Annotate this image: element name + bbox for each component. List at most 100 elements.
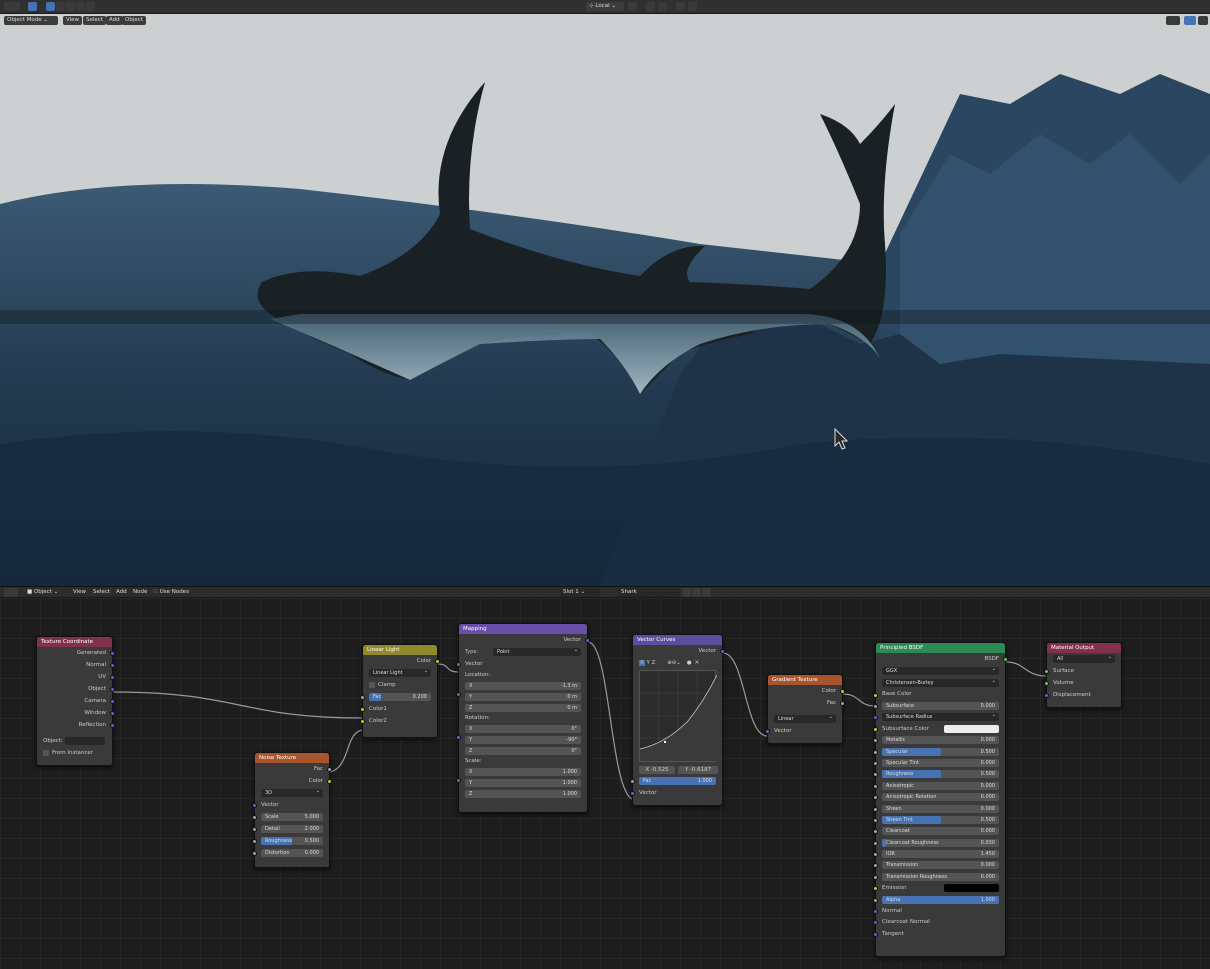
menu-view[interactable]: View	[70, 588, 90, 597]
socket[interactable]	[765, 729, 770, 734]
node-vector-curves[interactable]: Vector Curves Vector X Y Z ⊕⊖⌄ ● ✕ X -0.5…	[630, 634, 725, 806]
output-fac[interactable]: Fac	[768, 697, 845, 709]
loc-x-field[interactable]: X -1.3 m	[465, 682, 581, 690]
socket[interactable]	[252, 803, 257, 808]
socket[interactable]	[360, 719, 365, 724]
location-z[interactable]: Z 0 m	[459, 702, 587, 713]
value-field[interactable]: Clearcoat 0.000	[882, 827, 999, 836]
clip-icon[interactable]: ●	[687, 660, 692, 666]
rotation-x[interactable]: X 0°	[456, 723, 587, 740]
mode-dropdown[interactable]: Object Mode ⌄	[4, 16, 58, 25]
editor-type-icon[interactable]	[4, 588, 18, 597]
input-sheen-tint[interactable]: Sheen Tint 0.500	[873, 814, 1005, 825]
input-subsurface[interactable]: Subsurface 0.000	[873, 700, 1005, 711]
output-object[interactable]: Object	[37, 683, 115, 695]
input-transmission-roughness[interactable]: Transmission Roughness 0.000	[873, 871, 1005, 882]
falloff-icon[interactable]	[688, 2, 697, 11]
socket[interactable]	[873, 795, 878, 801]
output-reflection[interactable]: Reflection	[37, 719, 115, 731]
socket[interactable]	[252, 851, 257, 856]
axis-y-tab[interactable]: Y	[647, 660, 650, 666]
pin-icon[interactable]	[714, 588, 723, 597]
input-roughness[interactable]: Roughness 0.500	[252, 835, 329, 847]
fac-field[interactable]: Fac 0.200	[369, 693, 431, 701]
output-color[interactable]: Color	[768, 685, 845, 697]
node-linear-light[interactable]: Linear Light Color Linear Light Clamp Fa…	[360, 644, 440, 738]
input-color1[interactable]: Color1	[360, 703, 437, 715]
socket[interactable]	[873, 726, 878, 732]
rot-z-field[interactable]: Z 0°	[465, 747, 581, 755]
input-detail[interactable]: Detail 2.000	[252, 823, 329, 835]
socket[interactable]	[110, 687, 115, 692]
input-volume[interactable]: Volume	[1044, 677, 1121, 689]
snap-target-icon[interactable]	[658, 2, 667, 11]
scale-z-field[interactable]: Z 1.000	[465, 790, 581, 798]
input-fac[interactable]: Fac 0.200	[360, 691, 437, 703]
output-generated[interactable]: Generated	[37, 647, 115, 659]
select-box-icon[interactable]	[46, 2, 55, 11]
overlay-icon[interactable]	[1198, 16, 1208, 25]
input-ior[interactable]: IOR 1.450	[873, 848, 1005, 859]
socket[interactable]	[873, 829, 878, 835]
target-dropdown[interactable]: All	[1053, 653, 1115, 663]
value-field[interactable]: Alpha 1.000	[882, 895, 999, 904]
value-field[interactable]: Transmission 0.000	[882, 861, 999, 870]
scale-y[interactable]: Y 1.000	[459, 777, 587, 788]
scale-y-field[interactable]: Y 1.000	[465, 779, 581, 787]
socket[interactable]	[873, 783, 878, 789]
socket[interactable]	[630, 779, 635, 784]
input-vector[interactable]: Vector	[252, 799, 329, 811]
value-field[interactable]: Metallic 0.000	[882, 736, 999, 745]
visibility-icon[interactable]	[1166, 16, 1180, 25]
socket[interactable]	[360, 695, 365, 700]
socket[interactable]	[873, 840, 878, 846]
input-sheen[interactable]: Sheen 0.000	[873, 803, 1005, 814]
socket[interactable]	[110, 711, 115, 716]
scale-x[interactable]: X 1.000	[456, 766, 587, 783]
output-color[interactable]: Color	[255, 775, 332, 787]
fac-field[interactable]: Fac 1.000	[639, 777, 716, 785]
output-window[interactable]: Window	[37, 707, 115, 719]
socket[interactable]	[873, 920, 878, 926]
menu-select[interactable]: Select	[83, 16, 106, 25]
menu-add[interactable]: Add	[113, 588, 130, 597]
input-alpha[interactable]: Alpha 1.000	[873, 894, 1005, 905]
socket[interactable]	[110, 675, 115, 680]
input-subsurface-radius[interactable]: Subsurface Radius	[873, 711, 1005, 722]
select-subtract-icon[interactable]	[66, 2, 75, 11]
socket[interactable]	[110, 699, 115, 704]
value-field[interactable]: Transmission Roughness 0.000	[882, 872, 999, 881]
input-tangent[interactable]: Tangent	[873, 928, 1005, 939]
input-specular[interactable]: Specular 0.500	[873, 746, 1005, 757]
use-nodes-checkbox[interactable]: ☑ Use Nodes	[150, 588, 192, 597]
socket[interactable]	[110, 651, 115, 656]
input-vector[interactable]: Vector	[765, 725, 842, 737]
value-field[interactable]: Sheen 0.000	[882, 804, 999, 813]
socket[interactable]	[252, 839, 257, 844]
rotation-z[interactable]: Z 0°	[459, 745, 587, 756]
socket[interactable]	[720, 649, 725, 654]
socket[interactable]	[1044, 693, 1049, 698]
value-field[interactable]: IOR 1.450	[882, 850, 999, 859]
settings-dropdown-icon[interactable]: ⌄	[676, 660, 681, 666]
point-y-field[interactable]: Y -0.6187	[678, 766, 718, 774]
menu-add[interactable]: Add	[106, 16, 123, 25]
socket[interactable]	[873, 738, 878, 744]
scale-field[interactable]: Scale 5.000	[261, 813, 323, 821]
object-field[interactable]	[65, 737, 105, 745]
socket[interactable]	[327, 767, 332, 772]
socket[interactable]	[873, 715, 878, 721]
proportional-edit-icon[interactable]	[676, 2, 685, 11]
input-vector[interactable]: Vector	[456, 658, 587, 670]
rot-y-field[interactable]: Y -90°	[465, 736, 581, 744]
input-metallic[interactable]: Metallic 0.000	[873, 734, 1005, 745]
input-distortion[interactable]: Distortion 0.000	[252, 847, 329, 859]
socket[interactable]	[873, 931, 878, 937]
socket[interactable]	[873, 772, 878, 778]
socket[interactable]	[873, 897, 878, 903]
input-surface[interactable]: Surface	[1044, 665, 1121, 677]
curve-graph[interactable]	[639, 670, 717, 762]
select-tool-icon[interactable]	[28, 2, 37, 11]
location-x[interactable]: X -1.3 m	[456, 680, 587, 697]
select-invert-icon[interactable]	[76, 2, 85, 11]
